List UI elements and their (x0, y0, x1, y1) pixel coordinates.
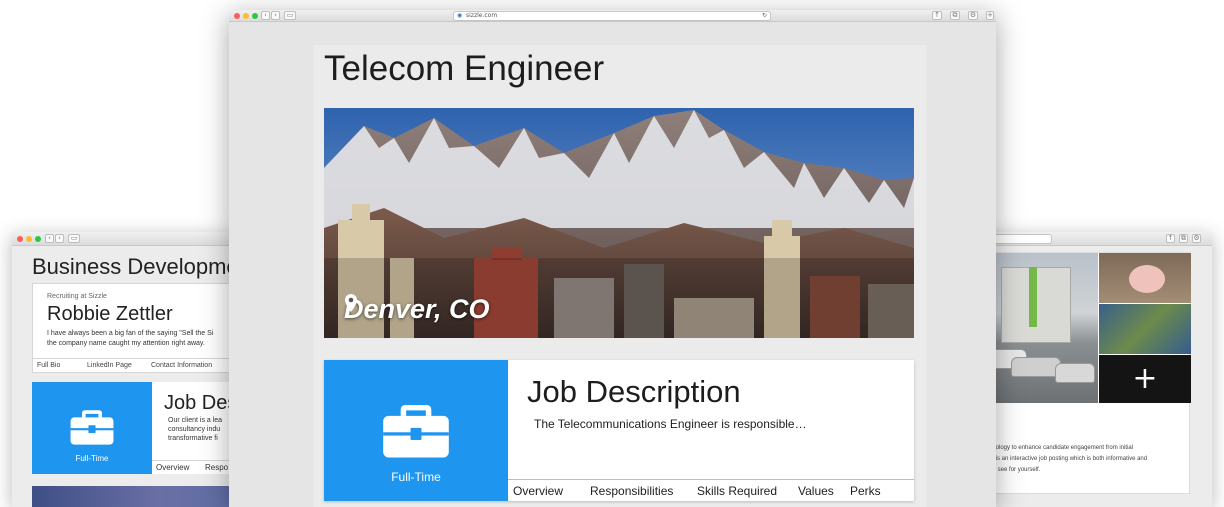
settings-icon[interactable]: ⚙ (968, 11, 978, 20)
tab-perks[interactable]: Perks (850, 484, 881, 498)
next-section-image (32, 486, 242, 507)
map-pin-icon (345, 294, 357, 312)
sidebar-icon[interactable]: ▭ (68, 234, 80, 243)
add-photo-button[interactable]: + (1099, 355, 1191, 403)
recruiter-quote: I have always been a big fan of the sayi… (47, 329, 237, 349)
main-window-content: Telecom Engineer Denver, CO Full-Time Jo… (229, 22, 996, 507)
location-text: Denver, CO (344, 294, 490, 324)
main-window-titlebar: ‹ › ▭ ◉ sizzle.com ↻ ↑ ⧉ ⚙ + (229, 10, 996, 22)
back-icon[interactable]: ‹ (261, 11, 270, 20)
share-icon[interactable]: ↑ (1166, 234, 1175, 243)
office-building-photo[interactable] (981, 253, 1098, 403)
page-title: Business Developme (32, 254, 239, 279)
globe-icon: ◉ (457, 12, 463, 19)
photo-gallery-card: + technology to enhance candidate engage… (980, 252, 1191, 494)
forward-icon[interactable]: › (271, 11, 280, 20)
description-line: d and see for yourself. (981, 467, 1041, 473)
recruiter-card: Recruiting at Sizzle Robbie Zettler I ha… (32, 283, 242, 373)
recruiter-links: Full Bio LinkedIn Page Contact Informati… (33, 358, 241, 373)
new-tab-icon[interactable]: + (986, 11, 994, 20)
description-line: technology to enhance candidate engageme… (981, 445, 1134, 451)
car-shape (1055, 363, 1095, 383)
briefcase-icon (383, 404, 449, 458)
close-window-icon[interactable] (234, 13, 240, 19)
right-window-titlebar: ↑ ⧉ ⚙ (980, 232, 1212, 246)
share-icon[interactable]: ↑ (932, 11, 942, 20)
url-text: sizzle.com (466, 12, 498, 19)
job-posting-page: Telecom Engineer Denver, CO Full-Time Jo… (314, 45, 926, 507)
left-browser-window: ‹ › ▭ Business Developme Recruiting at S… (12, 232, 242, 507)
tab-responsibilities[interactable]: Responsibilities (590, 484, 673, 498)
recruiter-name: Robbie Zettler (47, 303, 173, 325)
contact-information-link[interactable]: Contact Information (151, 362, 212, 369)
pig-shape (1129, 265, 1165, 293)
tab-values[interactable]: Values (798, 484, 834, 498)
job-card: Full-Time Job Des Our client is a lea co… (32, 382, 242, 474)
job-type-panel: Full-Time (324, 360, 508, 501)
right-browser-window: ↑ ⧉ ⚙ + technology to enhance candidate … (980, 232, 1212, 507)
tabs-icon[interactable]: ⧉ (1179, 234, 1188, 243)
tabs-icon[interactable]: ⧉ (950, 11, 960, 20)
location-label: Denver, CO (344, 294, 490, 325)
job-type-label: Full-Time (75, 454, 109, 463)
main-browser-window: ‹ › ▭ ◉ sizzle.com ↻ ↑ ⧉ ⚙ + Telecom Eng… (229, 10, 996, 507)
settings-icon[interactable]: ⚙ (1192, 234, 1201, 243)
minimize-window-icon[interactable] (26, 236, 32, 242)
description-line: - this is an interactive job posting whi… (981, 456, 1148, 462)
sidebar-icon[interactable]: ▭ (284, 11, 296, 20)
job-card: Full-Time Job Description The Telecommun… (324, 360, 914, 501)
left-window-titlebar: ‹ › ▭ (12, 232, 242, 246)
description-text: technology to enhance candidate engageme… (981, 443, 1189, 476)
recruiter-label: Recruiting at Sizzle (47, 293, 107, 300)
reload-icon[interactable]: ↻ (762, 12, 767, 20)
right-window-content: + technology to enhance candidate engage… (980, 246, 1212, 507)
board-game-photo[interactable] (1099, 304, 1191, 354)
job-type-label: Full-Time (391, 470, 441, 484)
zoom-window-icon[interactable] (35, 236, 41, 242)
job-description-title: Job Des (164, 392, 238, 414)
job-description-text: The Telecommunications Engineer is respo… (534, 417, 807, 431)
page-title: Telecom Engineer (324, 49, 605, 88)
briefcase-icon (70, 410, 114, 445)
back-icon[interactable]: ‹ (45, 234, 54, 243)
job-tabs: Overview Responsibilities Skills Require… (508, 479, 914, 501)
recruiter-quote-line: the company name caught my attention rig… (47, 340, 205, 347)
full-bio-link[interactable]: Full Bio (37, 362, 60, 369)
tab-skills-required[interactable]: Skills Required (697, 484, 777, 498)
tab-overview[interactable]: Overview (513, 484, 563, 498)
tab-responsibilities[interactable]: Respo (205, 463, 228, 472)
job-description-title: Job Description (527, 374, 741, 409)
location-hero-image: Denver, CO (324, 108, 914, 338)
building-accent (1029, 267, 1037, 327)
recruiter-quote-line: I have always been a big fan of the sayi… (47, 330, 214, 337)
minimize-window-icon[interactable] (243, 13, 249, 19)
left-window-content: Business Developme Recruiting at Sizzle … (12, 246, 242, 507)
job-type-panel: Full-Time (32, 382, 152, 474)
plus-icon: + (1132, 361, 1158, 396)
car-shape (1011, 357, 1061, 377)
pig-photo[interactable] (1099, 253, 1191, 303)
forward-icon[interactable]: › (55, 234, 64, 243)
url-bar[interactable]: ◉ sizzle.com ↻ (453, 11, 771, 21)
tab-overview[interactable]: Overview (156, 463, 189, 472)
close-window-icon[interactable] (17, 236, 23, 242)
linkedin-page-link[interactable]: LinkedIn Page (87, 362, 132, 369)
zoom-window-icon[interactable] (252, 13, 258, 19)
